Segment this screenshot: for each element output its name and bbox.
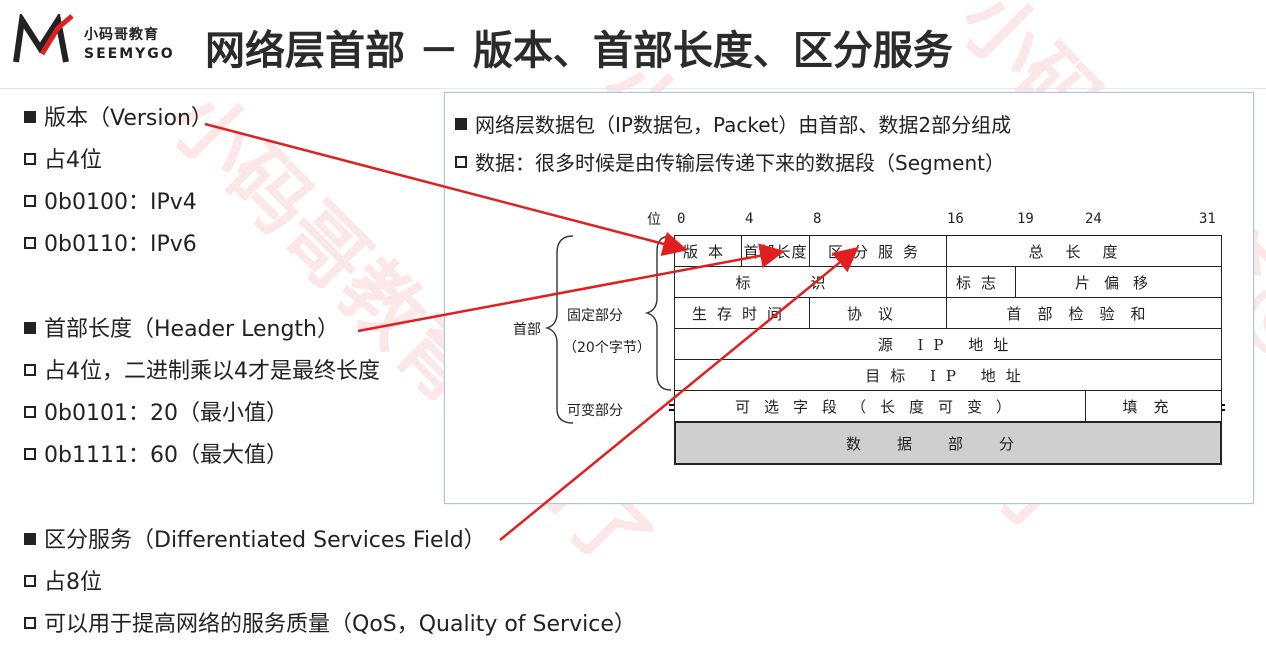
ip-header-table: 版本 首部长度 区分服务 总长度 标识 标志 片偏移 生存时间 协议 首部检验和…	[674, 235, 1222, 470]
page-title: 网络层首部 － 版本、首部长度、区分服务	[205, 28, 953, 74]
hollow-square-icon	[24, 406, 36, 418]
brand-logo: 小码哥教育 SEEMYGO	[12, 14, 182, 70]
hollow-square-icon	[24, 237, 36, 249]
field-ds: 区分服务	[809, 235, 947, 267]
field-identification: 标识	[674, 266, 947, 298]
field-src-ip: 源 IP 地址	[674, 328, 1222, 360]
hollow-square-icon	[24, 575, 36, 587]
hollow-square-icon	[24, 364, 36, 376]
field-flags: 标志	[946, 266, 1016, 298]
field-total-length: 总长度	[946, 235, 1222, 267]
logo-m-icon	[13, 14, 74, 63]
bullet-ds: 区分服务（Differentiated Services Field）	[24, 530, 486, 552]
bullet-header-length: 首部长度（Header Length）	[24, 319, 339, 341]
sub-bullet: 0b0110：IPv6	[24, 234, 197, 256]
sub-bullet: 占4位	[24, 150, 102, 172]
hollow-square-icon	[24, 448, 36, 460]
field-version: 版本	[674, 235, 742, 267]
field-data: 数据部分	[674, 421, 1222, 465]
sub-bullet: 0b0101：20（最小值）	[24, 403, 288, 425]
sub-bullet: 0b0100：IPv4	[24, 192, 197, 214]
sub-bullet: 可以用于提高网络的服务质量（QoS，Quality of Service）	[24, 614, 636, 636]
field-fragment-offset: 片偏移	[1015, 266, 1222, 298]
field-dst-ip: 目标 IP 地址	[674, 359, 1222, 391]
square-bullet-icon	[24, 322, 36, 334]
sub-bullet: 占8位	[24, 572, 102, 594]
hollow-square-icon	[24, 617, 36, 629]
sub-bullet: 0b1111：60（最大值）	[24, 445, 288, 467]
square-bullet-icon	[24, 111, 36, 123]
hollow-square-icon	[24, 195, 36, 207]
brand-cn: 小码哥教育	[84, 27, 159, 43]
brand-en: SEEMYGO	[84, 46, 175, 62]
field-protocol: 协议	[809, 297, 947, 329]
field-checksum: 首部检验和	[946, 297, 1222, 329]
ip-header-panel: 网络层数据包（IP数据包，Packet）由首部、数据2部分组成 数据：很多时候是…	[444, 92, 1254, 504]
hollow-square-icon	[24, 153, 36, 165]
header-divider	[0, 88, 1266, 89]
field-padding: 填充	[1085, 390, 1222, 422]
field-options: 可选字段（长度可变）	[674, 390, 1086, 422]
field-header-length: 首部长度	[741, 235, 810, 267]
field-ttl: 生存时间	[674, 297, 810, 329]
bullet-version: 版本（Version）	[24, 108, 213, 130]
sub-bullet: 占4位，二进制乘以4才是最终长度	[24, 361, 380, 383]
square-bullet-icon	[24, 533, 36, 545]
